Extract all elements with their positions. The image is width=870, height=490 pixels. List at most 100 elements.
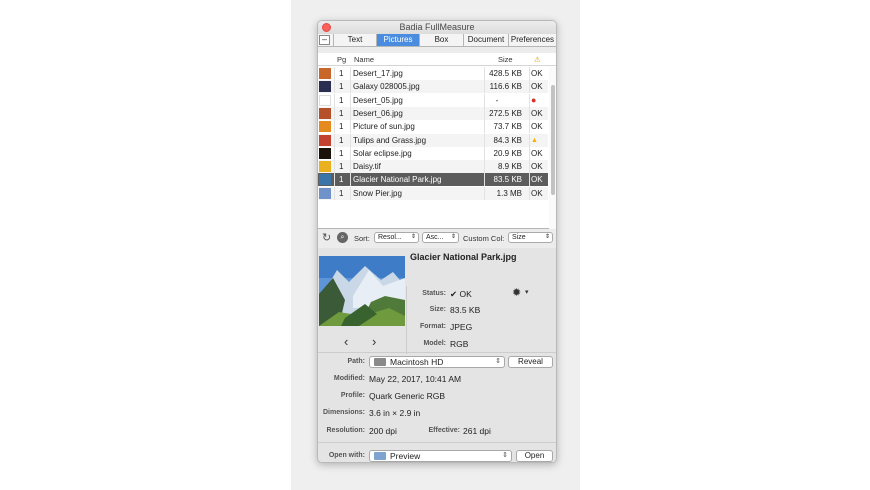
column-separator: [484, 106, 485, 120]
format-label: Format:: [419, 323, 446, 330]
file-name-cell: Desert_17.jpg: [353, 69, 403, 78]
file-name-cell: Picture of sun.jpg: [353, 122, 415, 132]
model-value: RGB: [450, 339, 469, 349]
path-select[interactable]: Macintosh HD ⇕: [369, 356, 505, 368]
column-separator: [484, 160, 485, 174]
sort-select[interactable]: Resol... ⇕: [374, 232, 419, 243]
custom-col-select[interactable]: Size ⇕: [508, 232, 553, 243]
list-item[interactable]: 1 Daisy.tif 8.9 KB OK: [318, 160, 548, 174]
status-cell: OK: [531, 122, 543, 132]
column-separator: [484, 120, 485, 134]
format-value: JPEG: [450, 322, 473, 332]
order-select-value: Asc...: [426, 234, 444, 241]
list-item[interactable]: 1 Desert_06.jpg 272.5 KB OK: [318, 106, 548, 120]
column-separator: [334, 133, 335, 147]
custom-col-label: Custom Col:: [463, 234, 505, 243]
picture-preview: [319, 256, 405, 326]
column-separator: [334, 67, 335, 80]
reveal-button[interactable]: Reveal: [508, 356, 553, 368]
list-item[interactable]: 1 Galaxy 028005.jpg 116.6 KB OK: [318, 80, 548, 94]
list-item[interactable]: 1 Tulips and Grass.jpg 84.3 KB ▲: [318, 133, 548, 147]
page-number: 1: [339, 175, 344, 185]
previous-arrow-icon[interactable]: ‹: [344, 334, 348, 349]
sort-label: Sort:: [354, 234, 370, 243]
column-separator: [484, 67, 485, 80]
file-size-cell: 83.5 KB: [493, 175, 522, 185]
tab-document[interactable]: Document: [463, 34, 508, 46]
effective-label: Effective:: [428, 427, 460, 434]
file-size-cell: 73.7 KB: [493, 122, 522, 132]
search-icon[interactable]: ⌕: [337, 232, 348, 243]
status-value: ✔ OK: [450, 289, 472, 299]
column-separator: [529, 93, 530, 107]
page-number: 1: [339, 188, 344, 198]
path-label: Path:: [347, 358, 366, 365]
model-label: Model:: [423, 340, 446, 347]
refresh-icon[interactable]: ↻: [322, 231, 331, 244]
column-separator: [334, 120, 335, 134]
list-item[interactable]: 1 Glacier National Park.jpg 83.5 KB OK: [318, 173, 548, 187]
column-separator: [350, 106, 351, 120]
column-size[interactable]: Size: [498, 55, 513, 64]
tab-box[interactable]: Box: [419, 34, 463, 46]
collapse-icon[interactable]: –: [319, 35, 330, 45]
thumbnail-image: [319, 147, 331, 159]
list-toolbar: ↻ ⌕ Sort: Resol... ⇕ Asc... ⇕ Custom Col…: [318, 230, 556, 246]
status-cell: OK: [531, 188, 543, 198]
open-with-label: Open with:: [328, 452, 365, 459]
tab-text[interactable]: Text: [333, 34, 376, 46]
gear-icon[interactable]: ✹: [512, 286, 521, 299]
column-name[interactable]: Name: [354, 55, 374, 64]
column-separator: [529, 120, 530, 134]
chevron-updown-icon: ⇕: [502, 452, 508, 459]
dimensions-label: Dimensions:: [322, 409, 365, 416]
page-number: 1: [339, 95, 344, 105]
order-select[interactable]: Asc... ⇕: [422, 232, 459, 243]
column-separator: [350, 146, 351, 160]
list-scrollbar[interactable]: [549, 67, 556, 229]
status-cell: ▲: [531, 136, 538, 144]
open-with-select[interactable]: Preview ⇕: [369, 450, 512, 462]
screenshot-stage: Badia FullMeasure – Text Pictures Box Do…: [0, 0, 870, 490]
glacier-preview-image: [319, 256, 405, 326]
column-separator: [529, 80, 530, 94]
pictures-list: Pg Name Size ⚠ 1 Desert_17.jpg 428.5 KB OK 1…: [318, 53, 556, 229]
column-separator: [334, 80, 335, 94]
hard-drive-icon: [374, 358, 386, 366]
chevron-down-icon[interactable]: ▾: [525, 288, 529, 296]
modified-value: May 22, 2017, 10:41 AM: [369, 374, 462, 384]
scrollbar-thumb[interactable]: [551, 85, 555, 195]
profile-value: Quark Generic RGB: [369, 391, 446, 401]
modified-label: Modified:: [333, 375, 365, 382]
size-value: 83.5 KB: [450, 305, 481, 315]
dimensions-value: 3.6 in × 2.9 in: [369, 408, 421, 418]
column-pg[interactable]: Pg: [337, 55, 346, 64]
list-item[interactable]: 1 Desert_05.jpg - ●: [318, 93, 548, 107]
tab-pictures[interactable]: Pictures: [376, 34, 419, 46]
column-separator: [334, 173, 335, 187]
list-item[interactable]: 1 Snow Pier.jpg 1.3 MB OK: [318, 186, 548, 200]
open-button[interactable]: Open: [516, 450, 553, 462]
list-rows: 1 Desert_17.jpg 428.5 KB OK 1 Galaxy 028005.j…: [318, 67, 548, 229]
column-separator: [484, 146, 485, 160]
column-separator: [350, 173, 351, 187]
thumbnail-image: [319, 121, 331, 133]
next-arrow-icon[interactable]: ›: [372, 334, 376, 349]
preview-app-icon: [374, 452, 386, 460]
column-status-warning-icon[interactable]: ⚠: [534, 55, 541, 64]
tab-preferences[interactable]: Preferences: [508, 34, 556, 46]
column-separator: [484, 93, 485, 107]
status-cell: OK: [531, 82, 543, 92]
list-item[interactable]: 1 Desert_17.jpg 428.5 KB OK: [318, 67, 548, 80]
file-size-cell: 116.6 KB: [489, 82, 522, 92]
open-with-value: Preview: [390, 451, 421, 461]
thumbnail-image: [319, 94, 331, 106]
list-item[interactable]: 1 Picture of sun.jpg 73.7 KB OK: [318, 120, 548, 134]
list-item[interactable]: 1 Solar eclipse.jpg 20.9 KB OK: [318, 146, 548, 160]
file-size-cell: 84.3 KB: [493, 135, 522, 145]
path-value: Macintosh HD: [390, 357, 444, 367]
column-separator: [529, 186, 530, 200]
status-cell: OK: [531, 69, 543, 78]
column-separator: [334, 186, 335, 200]
status-label: Status:: [422, 290, 446, 297]
